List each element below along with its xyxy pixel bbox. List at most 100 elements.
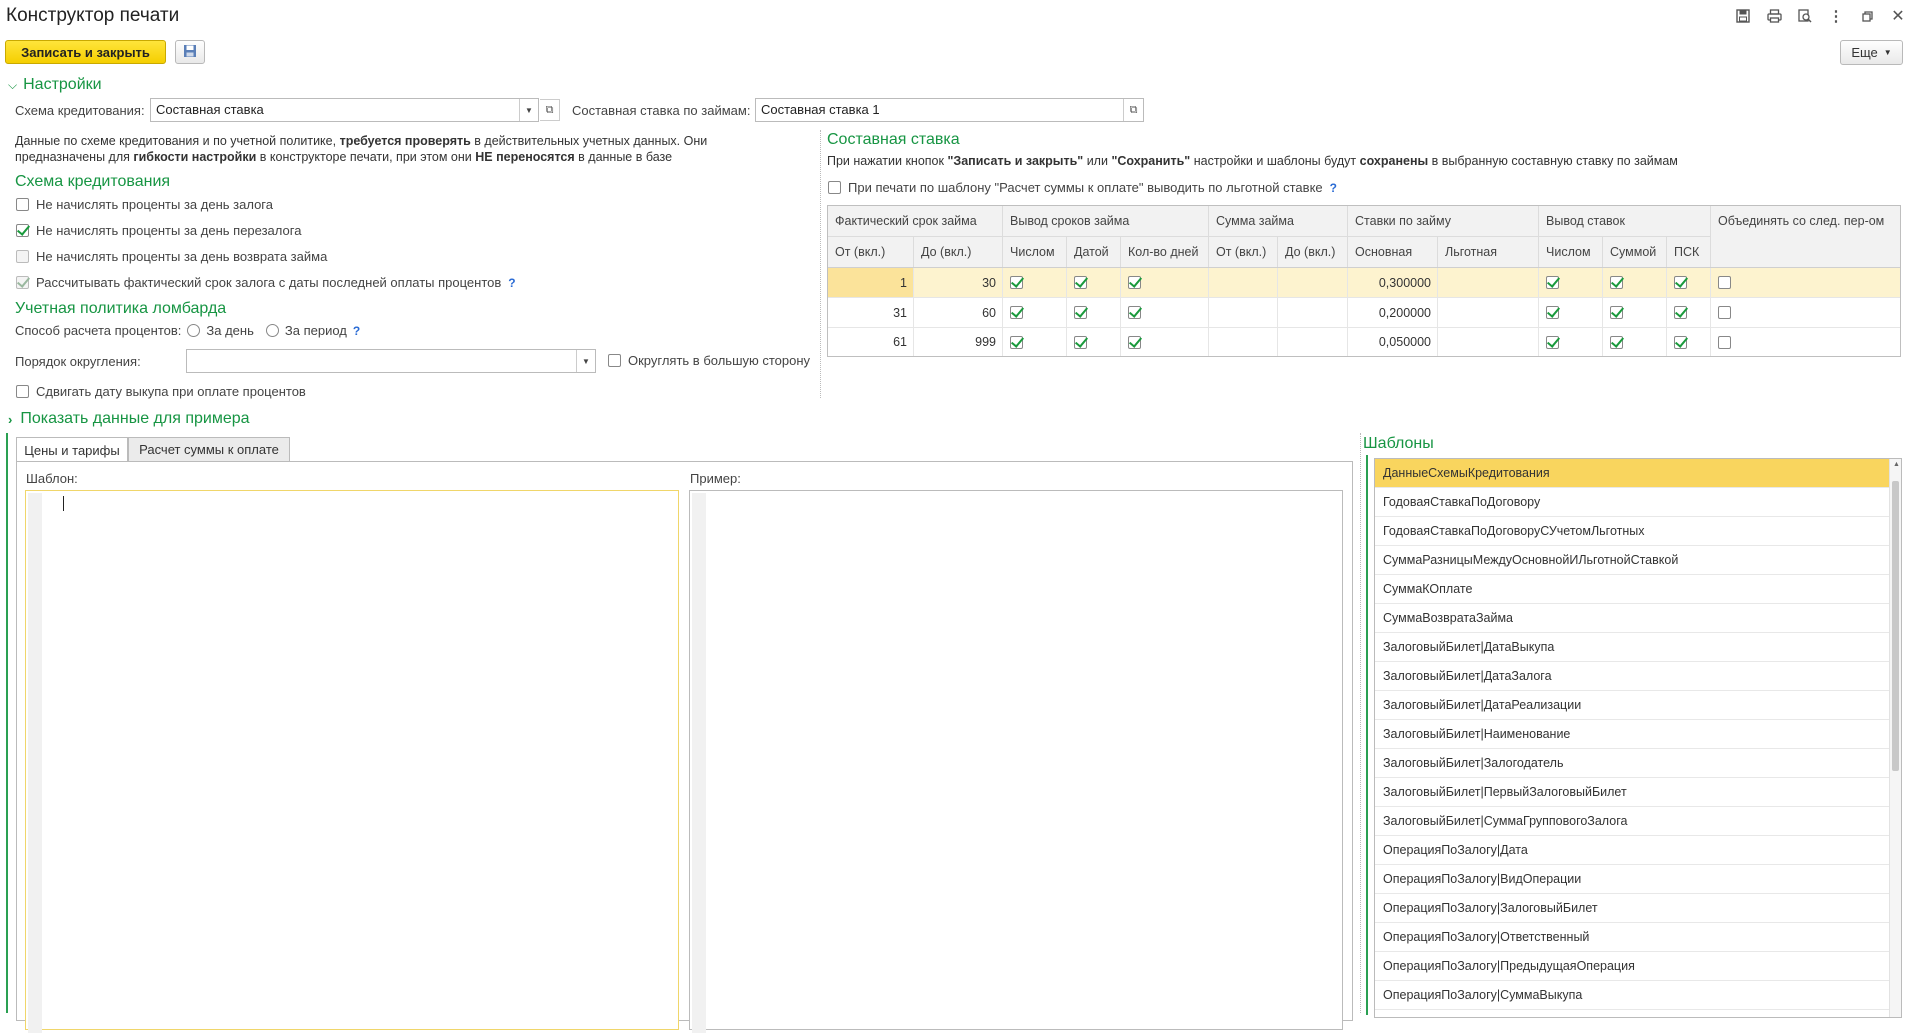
cell-term-to[interactable]: 60 xyxy=(914,298,1003,327)
radio-per-day[interactable] xyxy=(187,324,201,337)
checkbox[interactable] xyxy=(16,198,29,211)
save-icon[interactable] xyxy=(1733,6,1753,26)
col-group-rate-output[interactable]: Вывод ставок xyxy=(1539,206,1711,236)
cell-term-from[interactable]: 1 xyxy=(828,268,914,297)
checkbox[interactable] xyxy=(16,224,29,237)
cell-rate-preferential[interactable] xyxy=(1438,298,1539,327)
checkbox[interactable] xyxy=(1610,276,1623,289)
cb-actual-term[interactable]: Рассчитывать фактический срок залога с д… xyxy=(16,275,516,290)
template-list-item[interactable]: ГодоваяСтавкаПоДоговоруСУчетомЛьготных xyxy=(1375,517,1891,546)
checkbox[interactable] xyxy=(1128,306,1141,319)
template-list-item[interactable]: ОперацияПоЗалогу|Ответственный xyxy=(1375,923,1891,952)
cell-amount-to[interactable] xyxy=(1278,298,1348,327)
cb-no-interest-repledge[interactable]: Не начислять проценты за день перезалога xyxy=(16,223,301,238)
composite-rate-table[interactable]: Фактический срок займа Вывод сроков займ… xyxy=(827,205,1901,357)
checkbox[interactable] xyxy=(1610,335,1623,349)
open-link-icon[interactable]: ⧉ xyxy=(540,99,560,121)
template-list-item[interactable]: ОперацияПоЗалогу|ПредыдущаяОперация xyxy=(1375,952,1891,981)
table-row[interactable]: 31 60 0,200000 xyxy=(828,298,1900,328)
cell-term-to[interactable]: 999 xyxy=(914,328,1003,356)
template-list-item[interactable]: ОперацияПоЗалогу|СуммаВыкупа xyxy=(1375,981,1891,1010)
template-list-item[interactable]: ОперацияПоЗалогу|Дата xyxy=(1375,836,1891,865)
col-term-to[interactable]: До (вкл.) xyxy=(914,237,1003,267)
templates-list[interactable]: ДанныеСхемыКредитования ГодоваяСтавкаПоДо… xyxy=(1374,458,1902,1018)
checkbox[interactable] xyxy=(1074,276,1087,289)
help-icon[interactable]: ? xyxy=(1330,181,1337,195)
checkbox[interactable] xyxy=(1546,335,1559,349)
save-button[interactable] xyxy=(175,40,205,64)
close-icon[interactable]: ✕ xyxy=(1888,6,1908,26)
template-list-item[interactable]: ОперацияПоЗалогу|ВидОперации xyxy=(1375,865,1891,894)
col-group-term-output[interactable]: Вывод сроков займа xyxy=(1003,206,1209,236)
cb-no-interest-pledge[interactable]: Не начислять проценты за день залога xyxy=(16,197,273,212)
col-rate-by-number[interactable]: Числом xyxy=(1539,237,1603,267)
template-list-item[interactable]: СуммаРазницыМеждуОсновнойИЛьготнойСтавко… xyxy=(1375,546,1891,575)
col-rate-preferential[interactable]: Льготная xyxy=(1438,237,1539,267)
col-term-by-number[interactable]: Числом xyxy=(1003,237,1067,267)
help-icon[interactable]: ? xyxy=(508,276,515,290)
template-list-item[interactable]: ОперацияПоЗалогу|ЗалоговыйБилет xyxy=(1375,894,1891,923)
dropdown-arrow-icon[interactable]: ▼ xyxy=(519,99,538,121)
checkbox[interactable] xyxy=(1010,276,1023,289)
checkbox[interactable] xyxy=(1546,306,1559,319)
cell-amount-to[interactable] xyxy=(1278,268,1348,297)
cb-preferential-print[interactable]: При печати по шаблону "Расчет суммы к оп… xyxy=(828,180,1337,195)
cell-rate-preferential[interactable] xyxy=(1438,328,1539,356)
template-list-item[interactable]: ЗалоговыйБилет|Наименование xyxy=(1375,720,1891,749)
checkbox[interactable] xyxy=(1128,335,1141,349)
checkbox[interactable] xyxy=(1128,276,1141,289)
checkbox[interactable] xyxy=(1718,306,1731,319)
scroll-up-icon[interactable]: ▲ xyxy=(1893,461,1900,468)
radio-per-period[interactable] xyxy=(265,324,279,337)
cell-rate-main[interactable]: 0,200000 xyxy=(1348,298,1438,327)
checkbox[interactable] xyxy=(1010,335,1023,349)
help-icon[interactable]: ? xyxy=(353,324,360,338)
template-list-item[interactable]: ЗалоговыйБилет|ДатаРеализации xyxy=(1375,691,1891,720)
cell-rate-preferential[interactable] xyxy=(1438,268,1539,297)
col-amount-to[interactable]: До (вкл.) xyxy=(1278,237,1348,267)
template-list-item[interactable]: ЗалоговыйБилет|ДатаЗалога xyxy=(1375,662,1891,691)
open-link-icon[interactable]: ⧉ xyxy=(1123,99,1143,121)
col-group-actual-term[interactable]: Фактический срок займа xyxy=(828,206,1003,236)
checkbox[interactable] xyxy=(1674,335,1687,349)
composite-rate-field[interactable]: Составная ставка 1 ⧉ xyxy=(755,98,1144,122)
more-button[interactable]: Еще ▼ xyxy=(1840,40,1903,65)
checkbox[interactable] xyxy=(1718,335,1731,349)
template-list-item[interactable]: ЗалоговыйБилет|СуммаГрупповогоЗалога xyxy=(1375,807,1891,836)
template-editor[interactable] xyxy=(25,490,679,1033)
checkbox[interactable] xyxy=(1074,335,1087,349)
cb-no-interest-return[interactable]: Не начислять проценты за день возврата з… xyxy=(16,249,327,264)
template-list-item[interactable]: ДанныеСхемыКредитования xyxy=(1375,459,1891,488)
col-term-from[interactable]: От (вкл.) xyxy=(828,237,914,267)
tab-payment-calc[interactable]: Расчет суммы к оплате xyxy=(128,437,290,461)
checkbox[interactable] xyxy=(1610,306,1623,319)
checkbox[interactable] xyxy=(1546,276,1559,289)
checkbox[interactable] xyxy=(16,276,29,289)
scrollbar-thumb[interactable] xyxy=(1892,481,1899,771)
cell-amount-to[interactable] xyxy=(1278,328,1348,356)
cell-rate-main[interactable]: 0,300000 xyxy=(1348,268,1438,297)
template-list-item[interactable]: ЗалоговыйБилет|ПервыйЗалоговыйБилет xyxy=(1375,778,1891,807)
checkbox[interactable] xyxy=(1010,306,1023,319)
col-rate-psk[interactable]: ПСК xyxy=(1667,237,1711,267)
cell-amount-from[interactable] xyxy=(1209,268,1278,297)
template-list-item[interactable]: ЗалоговыйБилет|Залогодатель xyxy=(1375,749,1891,778)
credit-scheme-select[interactable]: Составная ставка ▼ ⧉ xyxy=(150,98,560,122)
checkbox[interactable] xyxy=(1674,306,1687,319)
cb-shift-date[interactable]: Сдвигать дату выкупа при оплате проценто… xyxy=(16,384,306,399)
rounding-select[interactable]: ▼ xyxy=(186,349,596,373)
scrollbar[interactable]: ▲ xyxy=(1889,459,1901,1017)
col-rate-main[interactable]: Основная xyxy=(1348,237,1438,267)
table-row[interactable]: 1 30 0,300000 xyxy=(828,268,1900,298)
template-list-item[interactable]: ГодоваяСтавкаПоДоговору xyxy=(1375,488,1891,517)
checkbox[interactable] xyxy=(1718,276,1731,289)
template-list-item[interactable]: ЗалоговыйБилет|ДатаВыкупа xyxy=(1375,633,1891,662)
col-group-loan-rates[interactable]: Ставки по займу xyxy=(1348,206,1539,236)
save-and-close-button[interactable]: Записать и закрыть xyxy=(5,40,166,64)
restore-icon[interactable] xyxy=(1857,6,1877,26)
print-icon[interactable] xyxy=(1764,6,1784,26)
col-term-by-date[interactable]: Датой xyxy=(1067,237,1121,267)
example-preview[interactable] xyxy=(689,490,1343,1033)
cb-round-up[interactable]: Округлять в большую сторону xyxy=(608,353,810,368)
template-list-item[interactable]: СуммаВозвратаЗайма xyxy=(1375,604,1891,633)
